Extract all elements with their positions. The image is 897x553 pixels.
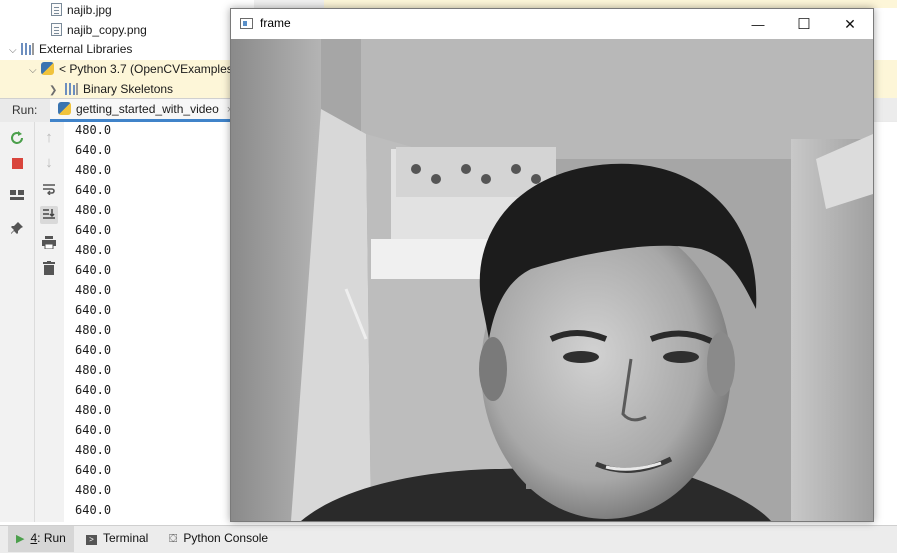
scroll-to-end-button[interactable] xyxy=(40,206,58,224)
maximize-icon: ☐ xyxy=(797,16,811,33)
tree-item-label: najib_copy.png xyxy=(67,23,147,37)
scroll-to-end-icon xyxy=(43,209,55,219)
python-icon xyxy=(41,62,54,76)
stop-icon xyxy=(11,157,23,169)
pin-icon xyxy=(11,222,23,234)
clear-all-button[interactable] xyxy=(40,259,58,277)
console-line: 640.0 xyxy=(75,143,112,157)
console-line: 640.0 xyxy=(75,183,112,197)
frame-window-title: frame xyxy=(260,16,291,30)
tree-item-python-sdk[interactable]: ⌵ < Python 3.7 (OpenCVExamples xyxy=(29,59,233,79)
image-file-icon xyxy=(51,3,62,17)
console-line: 480.0 xyxy=(75,243,112,257)
pin-tab-button[interactable] xyxy=(8,219,26,237)
console-line: 480.0 xyxy=(75,123,112,137)
soft-wrap-button[interactable] xyxy=(40,180,58,198)
scroll-up-button[interactable]: ↑ xyxy=(40,129,58,147)
tree-item-label: Binary Skeletons xyxy=(83,82,174,96)
console-line: 640.0 xyxy=(75,423,112,437)
minimize-button[interactable]: — xyxy=(735,9,781,39)
bottom-tab-python-console[interactable]: ⛋ Python Console xyxy=(161,526,276,552)
print-button[interactable] xyxy=(40,233,58,251)
console-line: 480.0 xyxy=(75,203,112,217)
run-tab-label: getting_started_with_video xyxy=(76,102,219,116)
frame-window[interactable]: frame — ☐ ✕ xyxy=(230,8,874,522)
rerun-icon xyxy=(11,131,23,144)
chevron-down-icon[interactable]: ⌵ xyxy=(29,61,41,81)
run-label: Run: xyxy=(12,103,38,117)
tree-item-najib-copy-png[interactable]: najib_copy.png xyxy=(51,20,147,40)
library-icon xyxy=(21,42,34,55)
run-toolbar-primary xyxy=(0,122,35,522)
console-line: 640.0 xyxy=(75,223,112,237)
run-tab-label: : Run xyxy=(37,531,66,545)
python-console-tab-label: Python Console xyxy=(183,531,269,545)
close-icon: ✕ xyxy=(844,15,856,32)
bottom-tab-terminal[interactable]: > Terminal xyxy=(78,526,156,552)
tool-window-bar: ▶ 4: Run > Terminal ⛋ Python Console xyxy=(0,525,897,553)
console-line: 480.0 xyxy=(75,163,112,177)
run-config-tab[interactable]: getting_started_with_video× xyxy=(50,99,242,122)
layout-button[interactable] xyxy=(8,186,26,204)
console-line: 480.0 xyxy=(75,323,112,337)
minimize-icon: — xyxy=(751,16,765,32)
terminal-tab-label: Terminal xyxy=(103,531,149,545)
console-line: 640.0 xyxy=(75,503,112,517)
image-file-icon xyxy=(51,23,62,37)
arrow-down-icon: ↓ xyxy=(45,154,53,171)
window-app-icon xyxy=(240,18,253,29)
console-line: 480.0 xyxy=(75,483,112,497)
tree-item-label: External Libraries xyxy=(39,42,133,56)
library-icon xyxy=(65,82,78,95)
soft-wrap-icon xyxy=(43,184,55,195)
trash-icon xyxy=(43,261,55,275)
tree-item-label: najib.jpg xyxy=(67,3,112,17)
bottom-tab-run[interactable]: ▶ 4: Run xyxy=(8,526,74,552)
tree-item-label: < Python 3.7 (OpenCVExamples xyxy=(59,62,233,76)
layout-icon xyxy=(10,190,24,200)
webcam-image xyxy=(231,39,873,521)
console-line: 480.0 xyxy=(75,283,112,297)
python-console-icon: ⛋ xyxy=(169,533,178,545)
rerun-button[interactable] xyxy=(8,129,26,147)
editor-area xyxy=(324,0,897,8)
console-line: 480.0 xyxy=(75,443,112,457)
frame-titlebar[interactable]: frame — ☐ ✕ xyxy=(231,9,873,39)
console-line: 640.0 xyxy=(75,383,112,397)
scroll-down-button[interactable]: ↓ xyxy=(40,154,58,172)
console-line: 640.0 xyxy=(75,263,112,277)
tree-item-binary-skeletons[interactable]: ❯ Binary Skeletons xyxy=(49,79,173,99)
console-line: 640.0 xyxy=(75,343,112,357)
console-line: 640.0 xyxy=(75,303,112,317)
terminal-icon: > xyxy=(86,535,97,545)
printer-icon xyxy=(42,235,56,249)
arrow-up-icon: ↑ xyxy=(45,129,53,146)
maximize-button[interactable]: ☐ xyxy=(781,9,827,39)
webcam-video-frame xyxy=(231,39,873,521)
chevron-down-icon[interactable]: ⌵ xyxy=(9,41,21,61)
console-line: 480.0 xyxy=(75,403,112,417)
tree-item-najib-jpg[interactable]: najib.jpg xyxy=(51,0,112,20)
header-right-strip xyxy=(872,98,897,121)
python-icon xyxy=(58,102,71,116)
editor-gutter xyxy=(254,0,324,8)
console-lines: 480.0 640.0 480.0 640.0 480.0 640.0 480.0 640.0… xyxy=(75,122,111,522)
stop-button[interactable] xyxy=(8,154,26,172)
console-line: 480.0 xyxy=(75,363,112,377)
console-line: 640.0 xyxy=(75,463,112,477)
run-icon: ▶ xyxy=(16,533,25,545)
run-toolbar-secondary: ↑ ↓ xyxy=(35,122,64,522)
close-button[interactable]: ✕ xyxy=(827,9,873,39)
tree-item-external-libraries[interactable]: ⌵ External Libraries xyxy=(9,39,132,59)
